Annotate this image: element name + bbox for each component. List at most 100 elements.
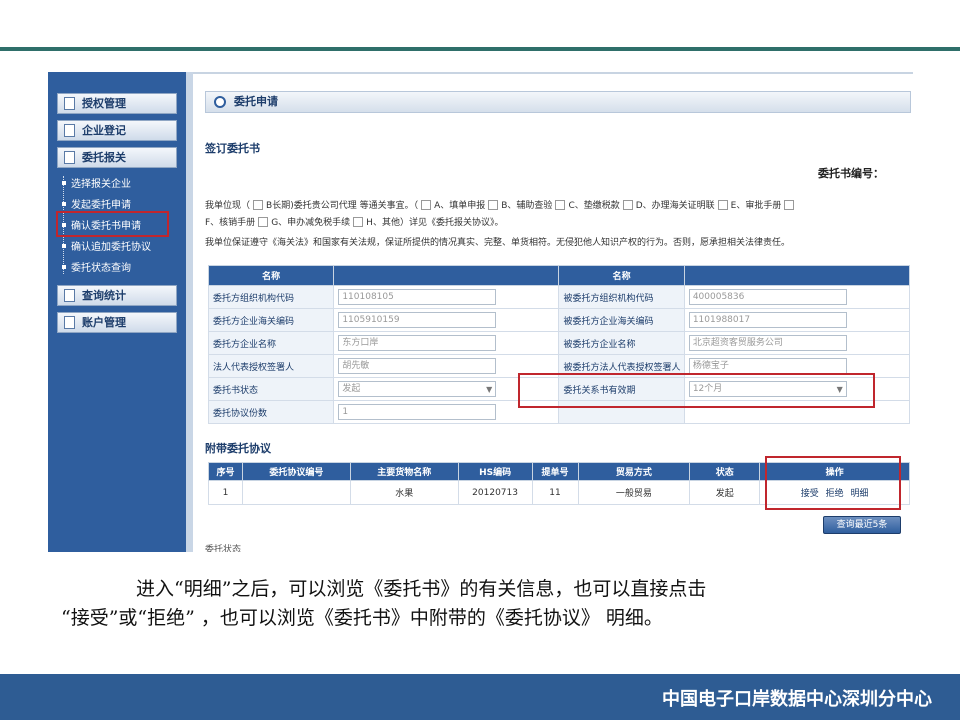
checkbox-opt-a[interactable] <box>421 200 432 210</box>
sidebar-item-authorization[interactable]: 授权管理 <box>57 93 177 114</box>
option-label: E、审批手册 <box>730 201 782 211</box>
sidebar-item-label: 账户管理 <box>82 316 126 329</box>
sidebar-item-enterprise-registration[interactable]: 企业登记 <box>57 120 177 141</box>
checkbox-opt-f[interactable] <box>258 217 269 227</box>
form-row: 委托方企业海关编码 1105910159 被委托方企业海关编码 11019880… <box>207 308 911 332</box>
checkbox-opt-b[interactable] <box>488 200 499 210</box>
sidebar-subitem-confirm-additional-agreement[interactable]: 确认追加委托协议 <box>62 241 151 255</box>
statement-line-1: 我单位现（ B长期)委托贵公司代理 等通关事宜。（ A、填单申报 B、辅助查验 C、垫缴… <box>205 199 797 213</box>
sidebar-item-account-management[interactable]: 账户管理 <box>57 312 177 333</box>
agent-signatory-field[interactable]: 杨德宝子 <box>688 358 847 374</box>
page-title-bar: 委托申请 <box>205 91 911 113</box>
field-label: 委托方组织机构代码 <box>207 285 335 309</box>
form-row: 委托方企业名称 东方口岸 被委托方企业名称 北京超资客贸服务公司 <box>207 331 911 355</box>
client-name-field[interactable]: 东方口岸 <box>338 335 497 351</box>
field-label: 被委托方企业海关编码 <box>558 308 685 332</box>
field-label: 委托协议份数 <box>207 400 335 424</box>
column-header <box>683 265 911 286</box>
sidebar-item-query-statistics[interactable]: 查询统计 <box>57 285 177 306</box>
client-signatory-field[interactable]: 胡先敏 <box>338 358 497 374</box>
column-header: 委托协议编号 <box>241 462 351 481</box>
cell-hs-code: 20120713 <box>457 480 533 505</box>
select-value: 发起 <box>342 384 361 394</box>
agent-name-field[interactable]: 北京超资客贸服务公司 <box>688 335 847 351</box>
field-label: 被委托方企业名称 <box>558 331 685 355</box>
field-label: 法人代表授权签署人 <box>207 354 335 378</box>
sidebar-divider <box>186 72 193 552</box>
field-label: 委托方企业名称 <box>207 331 335 355</box>
book-icon <box>64 151 75 164</box>
bullet-icon <box>62 244 66 248</box>
column-header: 提单号 <box>531 462 579 481</box>
screenshot-panel: 授权管理 企业登记 委托报关 选择报关企业 发起委托申请 确认委托书申请 确认追… <box>48 72 913 552</box>
statement-guarantee: 我单位保证遵守《海关法》和国家有关法规，保证所提供的情况真实、完整、单货相符。无… <box>205 238 791 248</box>
client-org-code-field[interactable]: 110108105 <box>338 289 497 305</box>
cell-seq: 1 <box>208 480 243 505</box>
slide-footer: 中国电子口岸数据中心深圳分中心 <box>0 674 960 720</box>
circle-arrow-icon <box>214 96 226 108</box>
main-top-border <box>193 72 913 74</box>
caption-line-1: 进入“明细”之后，可以浏览《委托书》的有关信息，也可以直接点击 <box>136 578 707 600</box>
column-header: 主要货物名称 <box>349 462 459 481</box>
sidebar-item-label: 委托报关 <box>82 151 126 164</box>
option-label: F、核销手册 <box>205 218 256 228</box>
book-icon <box>64 124 75 137</box>
statement-text: 我单位现（ <box>205 201 251 211</box>
checkbox-opt-c[interactable] <box>555 200 566 210</box>
column-header: 名称 <box>558 265 685 286</box>
column-header: 序号 <box>208 462 243 481</box>
checkbox-opt-e[interactable] <box>717 200 728 210</box>
footer-organization: 中国电子口岸数据中心深圳分中心 <box>662 689 932 710</box>
sidebar-item-label: 查询统计 <box>82 289 126 302</box>
statement-text: B长期)委托贵公司代理 等通关事宜。（ <box>266 201 419 211</box>
column-header <box>333 265 560 286</box>
chevron-down-icon: ▼ <box>486 385 493 394</box>
sidebar-item-entrusted-declaration[interactable]: 委托报关 <box>57 147 177 168</box>
entrust-status-select[interactable]: 发起 ▼ <box>338 381 497 397</box>
option-label: H、其他 <box>366 218 400 228</box>
form-header-row: 名称 名称 <box>207 265 911 286</box>
column-header: 名称 <box>207 265 335 286</box>
agent-customs-code-field[interactable]: 1101988017 <box>688 312 847 328</box>
cutoff-text: 委托状态 <box>205 545 242 552</box>
cell-trade-mode: 一般贸易 <box>577 480 691 505</box>
form-row: 委托方组织机构代码 110108105 被委托方组织机构代码 400005836 <box>207 285 911 309</box>
highlight-confirm-request <box>56 211 169 237</box>
slide-top-rule <box>0 47 960 51</box>
option-label: C、垫缴税款 <box>568 201 620 211</box>
highlight-operations <box>765 456 901 510</box>
section-title-attached-agreement: 附带委托协议 <box>205 442 271 455</box>
section-title-sign-entrustment: 签订委托书 <box>205 142 260 155</box>
cell-goods: 水果 <box>349 480 459 505</box>
client-customs-code-field[interactable]: 1105910159 <box>338 312 497 328</box>
book-icon <box>64 97 75 110</box>
option-label: D、办理海关证明联 <box>635 201 715 211</box>
subitem-label: 确认追加委托协议 <box>71 242 151 253</box>
field-label: 被委托方组织机构代码 <box>558 285 685 309</box>
statement-line-2: F、核销手册 G、申办减免税手续 H、其他）详见《委托报关协议》。 <box>205 216 503 230</box>
checkbox-opt-g[interactable] <box>353 217 364 227</box>
bullet-icon <box>62 202 66 206</box>
checkbox-opt-e-extra[interactable] <box>784 200 795 210</box>
sidebar-subitem-select-broker[interactable]: 选择报关企业 <box>62 178 131 192</box>
subitem-label: 委托状态查询 <box>71 263 131 274</box>
checkbox-long-term[interactable] <box>253 200 264 210</box>
field-label: 委托方企业海关编码 <box>207 308 335 332</box>
page-title: 委托申请 <box>234 95 278 108</box>
option-label: B、辅助查验 <box>501 201 553 211</box>
subitem-label: 发起委托申请 <box>71 200 131 211</box>
checkbox-opt-d[interactable] <box>622 200 633 210</box>
caption-line-2: “接受”或“拒绝” ，也可以浏览《委托书》中附带的《委托协议》 明细。 <box>61 607 663 629</box>
cell-status: 发起 <box>689 480 761 505</box>
bullet-icon <box>62 265 66 269</box>
book-icon <box>64 289 75 302</box>
entrust-number-label: 委托书编号： <box>818 167 884 180</box>
agent-org-code-field[interactable]: 400005836 <box>688 289 847 305</box>
statement-text: ）详见《委托报关协议》。 <box>399 218 504 228</box>
sidebar: 授权管理 企业登记 委托报关 选择报关企业 发起委托申请 确认委托书申请 确认追… <box>48 72 186 552</box>
agreement-copies-field[interactable]: 1 <box>338 404 497 420</box>
sidebar-subitem-status-query[interactable]: 委托状态查询 <box>62 262 131 276</box>
sidebar-item-label: 授权管理 <box>82 97 126 110</box>
option-label: A、填单申报 <box>434 201 486 211</box>
query-recent-button[interactable]: 查询最近5条 <box>823 516 901 534</box>
